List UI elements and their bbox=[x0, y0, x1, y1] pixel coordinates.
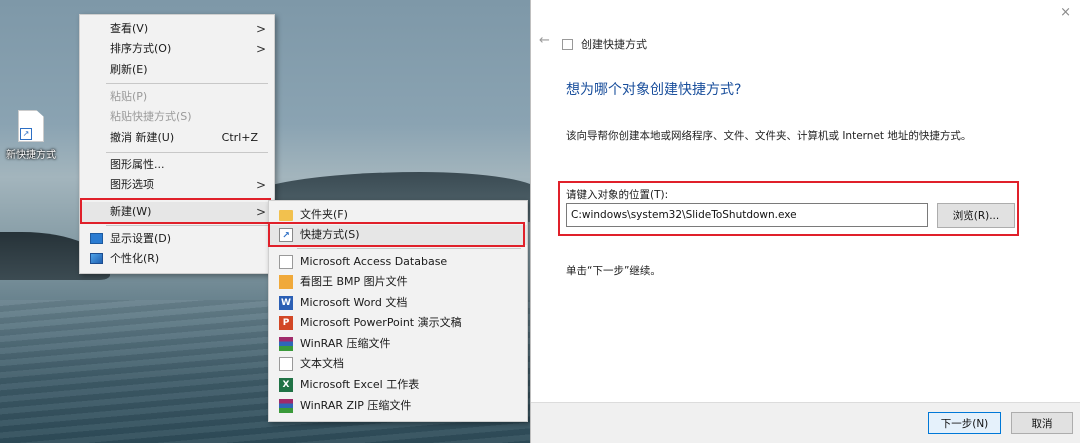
winrar-icon bbox=[279, 337, 293, 351]
desktop-shortcut-label: 新快捷方式 bbox=[6, 150, 56, 161]
menu-item-graphics-options[interactable]: 图形选项 > bbox=[80, 175, 274, 195]
close-icon[interactable]: × bbox=[1060, 5, 1071, 20]
submenu-item-label: 看图王 BMP 图片文件 bbox=[300, 275, 408, 288]
submenu-item-winrar-zip[interactable]: WinRAR ZIP 压缩文件 bbox=[269, 396, 527, 416]
menu-item-display-settings[interactable]: 显示设置(D) bbox=[80, 229, 274, 249]
desktop-shortcut[interactable]: ↗ 新快捷方式 bbox=[2, 110, 60, 161]
menu-item-label: 查看(V) bbox=[110, 22, 149, 35]
next-button[interactable]: 下一步(N) bbox=[928, 412, 1001, 434]
winrar-zip-icon bbox=[279, 399, 293, 413]
submenu-item-shortcut[interactable]: ↗ 快捷方式(S) bbox=[269, 225, 527, 245]
menu-item-label: 显示设置(D) bbox=[110, 232, 172, 245]
desktop-background: ↗ 新快捷方式 查看(V) > 排序方式(O) > 刷新(E) 粘贴(P) 粘贴… bbox=[0, 0, 530, 443]
submenu-item-label: Microsoft Word 文档 bbox=[300, 296, 408, 309]
menu-item-view[interactable]: 查看(V) > bbox=[80, 19, 274, 39]
back-arrow-icon[interactable]: ← bbox=[539, 33, 550, 48]
chevron-right-icon: > bbox=[255, 22, 266, 36]
shortcut-icon: ↗ bbox=[279, 228, 293, 242]
submenu-item-label: 快捷方式(S) bbox=[300, 228, 360, 241]
chevron-right-icon: > bbox=[255, 205, 266, 219]
new-submenu: 文件夹(F) ↗ 快捷方式(S) Microsoft Access Databa… bbox=[268, 200, 528, 422]
menu-item-graphics-properties[interactable]: 图形属性... bbox=[80, 155, 274, 175]
dialog-title: 创建快捷方式 bbox=[581, 38, 647, 51]
dialog-description: 该向导帮你创建本地或网络程序、文件、文件夹、计算机或 Internet 地址的快… bbox=[566, 130, 972, 142]
continue-hint: 单击“下一步”继续。 bbox=[566, 265, 661, 277]
document-icon bbox=[279, 255, 293, 269]
shortcut-arrow-icon: ↗ bbox=[20, 128, 32, 140]
chevron-right-icon: > bbox=[255, 178, 266, 192]
cancel-button[interactable]: 取消 bbox=[1011, 412, 1073, 434]
location-label: 请键入对象的位置(T): bbox=[566, 189, 669, 201]
menu-item-label: 图形选项 bbox=[110, 178, 154, 191]
menu-separator bbox=[106, 152, 268, 153]
submenu-item-winrar[interactable]: WinRAR 压缩文件 bbox=[269, 334, 527, 354]
text-document-icon bbox=[279, 357, 293, 371]
shortcut-file-icon: ↗ bbox=[18, 110, 44, 142]
menu-item-label: 撤消 新建(U) bbox=[110, 131, 175, 144]
submenu-item-label: 文件夹(F) bbox=[300, 208, 348, 221]
submenu-item-excel[interactable]: X Microsoft Excel 工作表 bbox=[269, 375, 527, 395]
menu-item-new[interactable]: 新建(W) > bbox=[80, 202, 274, 222]
submenu-item-label: Microsoft Excel 工作表 bbox=[300, 378, 420, 391]
submenu-item-text-document[interactable]: 文本文档 bbox=[269, 354, 527, 374]
powerpoint-icon: P bbox=[279, 316, 293, 330]
desktop-context-menu: 查看(V) > 排序方式(O) > 刷新(E) 粘贴(P) 粘贴快捷方式(S) … bbox=[79, 14, 275, 274]
menu-item-label: 粘贴(P) bbox=[110, 90, 148, 103]
submenu-item-label: Microsoft Access Database bbox=[300, 255, 448, 268]
submenu-item-label: Microsoft PowerPoint 演示文稿 bbox=[300, 316, 462, 329]
menu-item-personalize[interactable]: 个性化(R) bbox=[80, 249, 274, 269]
chevron-right-icon: > bbox=[255, 42, 266, 56]
menu-item-label: 个性化(R) bbox=[110, 252, 160, 265]
create-shortcut-dialog: × ← 创建快捷方式 想为哪个对象创建快捷方式? 该向导帮你创建本地或网络程序、… bbox=[530, 0, 1080, 443]
personalize-icon bbox=[90, 253, 103, 264]
menu-item-sort-by[interactable]: 排序方式(O) > bbox=[80, 39, 274, 59]
menu-item-paste-shortcut: 粘贴快捷方式(S) bbox=[80, 107, 274, 127]
bmp-image-icon bbox=[279, 275, 293, 289]
menu-separator bbox=[106, 198, 268, 199]
menu-separator bbox=[106, 83, 268, 84]
monitor-icon bbox=[90, 233, 103, 244]
folder-icon bbox=[279, 210, 293, 221]
submenu-item-bmp[interactable]: 看图王 BMP 图片文件 bbox=[269, 272, 527, 292]
shortcut-title-icon bbox=[562, 39, 573, 50]
menu-item-paste: 粘贴(P) bbox=[80, 87, 274, 107]
menu-item-shortcut: Ctrl+Z bbox=[221, 131, 258, 144]
location-input[interactable] bbox=[566, 203, 928, 227]
menu-separator bbox=[106, 225, 268, 226]
excel-icon: X bbox=[279, 378, 293, 392]
browse-button[interactable]: 浏览(R)... bbox=[937, 203, 1015, 228]
dialog-heading: 想为哪个对象创建快捷方式? bbox=[566, 82, 742, 98]
submenu-item-label: 文本文档 bbox=[300, 357, 344, 370]
submenu-item-label: WinRAR 压缩文件 bbox=[300, 337, 391, 350]
menu-item-label: 图形属性... bbox=[110, 158, 165, 171]
menu-item-label: 排序方式(O) bbox=[110, 42, 172, 55]
menu-item-refresh[interactable]: 刷新(E) bbox=[80, 60, 274, 80]
menu-item-undo-new[interactable]: 撤消 新建(U) Ctrl+Z bbox=[80, 128, 274, 148]
word-icon: W bbox=[279, 296, 293, 310]
submenu-item-label: WinRAR ZIP 压缩文件 bbox=[300, 399, 412, 412]
submenu-item-folder[interactable]: 文件夹(F) bbox=[269, 205, 527, 225]
menu-item-label: 刷新(E) bbox=[110, 63, 148, 76]
submenu-item-access[interactable]: Microsoft Access Database bbox=[269, 252, 527, 272]
menu-item-label: 新建(W) bbox=[110, 205, 152, 218]
submenu-item-powerpoint[interactable]: P Microsoft PowerPoint 演示文稿 bbox=[269, 313, 527, 333]
submenu-item-word[interactable]: W Microsoft Word 文档 bbox=[269, 293, 527, 313]
menu-item-label: 粘贴快捷方式(S) bbox=[110, 110, 192, 123]
menu-separator bbox=[297, 248, 521, 249]
